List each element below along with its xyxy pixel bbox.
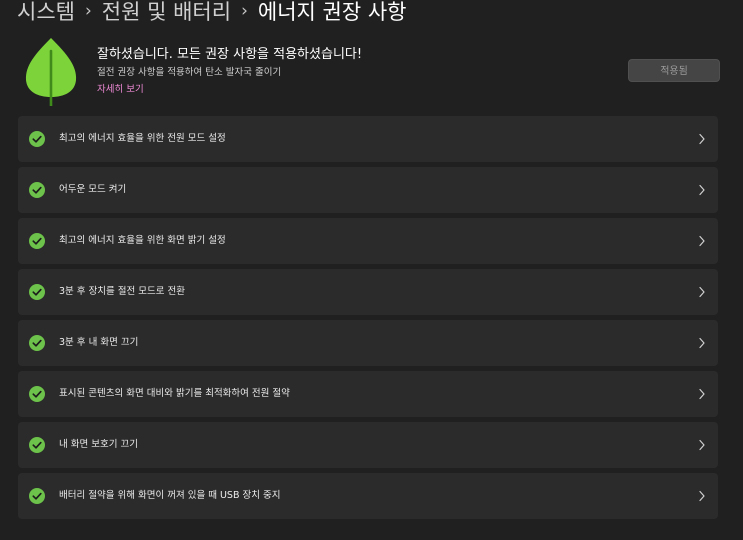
- check-circle-icon: [29, 386, 45, 402]
- check-circle-icon: [29, 437, 45, 453]
- check-circle-icon: [29, 335, 45, 351]
- recommendation-label: 최고의 에너지 효율을 위한 전원 모드 설정: [59, 133, 226, 144]
- recommendation-label: 최고의 에너지 효율을 위한 화면 밝기 설정: [59, 235, 226, 246]
- chevron-right-icon: [699, 490, 705, 502]
- recommendation-label: 내 화면 보호기 끄기: [59, 439, 138, 450]
- chevron-right-icon: [699, 286, 705, 298]
- breadcrumb-item-power-battery[interactable]: 전원 및 배터리: [102, 0, 231, 26]
- chevron-right-icon: [699, 184, 705, 196]
- recommendation-screen-off[interactable]: 3분 후 내 화면 끄기: [18, 320, 718, 366]
- recommendation-label: 배터리 절약을 위해 화면이 꺼져 있을 때 USB 장치 중지: [59, 490, 281, 501]
- recommendation-list: 최고의 에너지 효율을 위한 전원 모드 설정 어두운 모드 켜기 최고의 에너…: [18, 116, 718, 524]
- breadcrumb: 시스템 › 전원 및 배터리 › 에너지 권장 사항: [17, 0, 406, 28]
- recommendation-label: 3분 후 내 화면 끄기: [59, 337, 139, 348]
- recommendation-screensaver-off[interactable]: 내 화면 보호기 끄기: [18, 422, 718, 468]
- check-circle-icon: [29, 488, 45, 504]
- hero-subtitle: 절전 권장 사항을 적용하여 탄소 발자국 줄이기: [97, 67, 282, 78]
- chevron-right-icon: [699, 388, 705, 400]
- recommendation-content-adaptive[interactable]: 표시된 콘텐츠의 화면 대비와 밝기를 최적화하여 전원 절약: [18, 371, 718, 417]
- recommendation-dark-mode[interactable]: 어두운 모드 켜기: [18, 167, 718, 213]
- chevron-right-icon: [699, 235, 705, 247]
- check-circle-icon: [29, 131, 45, 147]
- hero-banner: 잘하셨습니다. 모든 권장 사항을 적용하셨습니다! 절전 권장 사항을 적용하…: [0, 32, 743, 110]
- check-circle-icon: [29, 233, 45, 249]
- recommendation-label: 표시된 콘텐츠의 화면 대비와 밝기를 최적화하여 전원 절약: [59, 388, 290, 399]
- recommendation-label: 3분 후 장치를 절전 모드로 전환: [59, 286, 186, 297]
- page-title: 에너지 권장 사항: [257, 0, 407, 24]
- hero-text: 잘하셨습니다. 모든 권장 사항을 적용하셨습니다! 절전 권장 사항을 적용하…: [97, 46, 362, 97]
- breadcrumb-separator: ›: [84, 1, 92, 21]
- recommendation-usb-stop[interactable]: 배터리 절약을 위해 화면이 꺼져 있을 때 USB 장치 중지: [18, 473, 718, 519]
- chevron-right-icon: [699, 133, 705, 145]
- hero-title: 잘하셨습니다. 모든 권장 사항을 적용하셨습니다!: [97, 47, 363, 62]
- applied-button[interactable]: 적용됨: [628, 59, 720, 82]
- breadcrumb-item-system[interactable]: 시스템: [17, 0, 75, 26]
- recommendation-label: 어두운 모드 켜기: [59, 184, 127, 195]
- breadcrumb-separator: ›: [241, 1, 248, 21]
- chevron-right-icon: [699, 439, 705, 451]
- leaf-icon: [25, 38, 77, 106]
- chevron-right-icon: [699, 337, 705, 349]
- recommendation-screen-brightness[interactable]: 최고의 에너지 효율을 위한 화면 밝기 설정: [18, 218, 718, 264]
- recommendation-sleep-after[interactable]: 3분 후 장치를 절전 모드로 전환: [18, 269, 718, 315]
- recommendation-power-mode[interactable]: 최고의 에너지 효율을 위한 전원 모드 설정: [18, 116, 718, 162]
- check-circle-icon: [29, 284, 45, 300]
- check-circle-icon: [29, 182, 45, 198]
- learn-more-link[interactable]: 자세히 보기: [97, 82, 362, 97]
